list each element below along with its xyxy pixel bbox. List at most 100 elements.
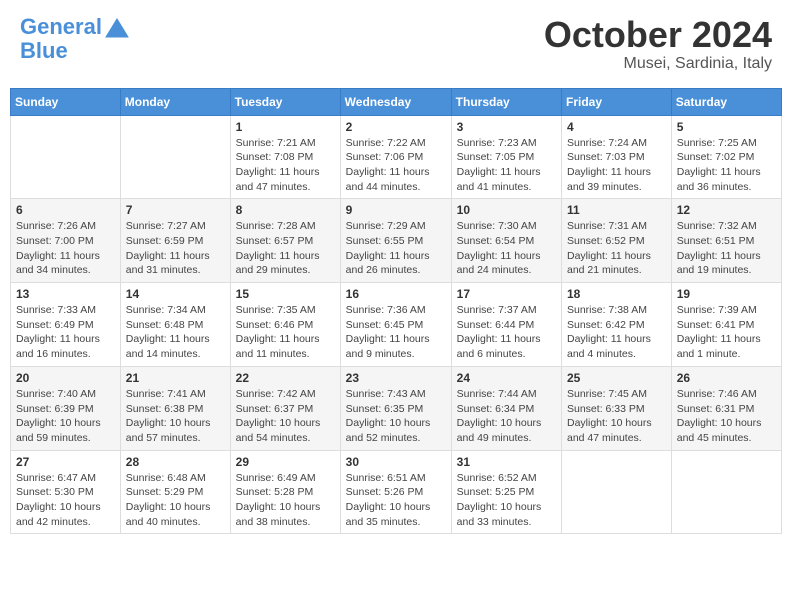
day-info: Sunrise: 6:47 AM Sunset: 5:30 PM Dayligh… (16, 471, 115, 530)
calendar-cell: 20Sunrise: 7:40 AM Sunset: 6:39 PM Dayli… (11, 366, 121, 450)
day-info: Sunrise: 7:46 AM Sunset: 6:31 PM Dayligh… (677, 387, 776, 446)
day-number: 15 (236, 287, 335, 301)
col-sunday: Sunday (11, 88, 121, 115)
day-number: 28 (126, 455, 225, 469)
calendar-cell: 23 Sunrise: 7:43 AM Sunset: 6:35 PM Dayli… (340, 366, 451, 450)
calendar-cell: 22 Sunrise: 7:42 AM Sunset: 6:37 PM Dayli… (230, 366, 340, 450)
day-info: Sunrise: 7:43 AM Sunset: 6:35 PM Dayligh… (346, 387, 446, 446)
calendar-cell: 6Sunrise: 7:26 AM Sunset: 7:00 PM Daylig… (11, 199, 121, 283)
calendar-cell: 25 Sunrise: 7:45 AM Sunset: 6:33 PM Dayli… (562, 366, 672, 450)
calendar-cell: 12 Sunrise: 7:32 AM Sunset: 6:51 PM Dayli… (671, 199, 781, 283)
logo-text: General (20, 15, 102, 39)
day-info: Sunrise: 7:28 AM Sunset: 6:57 PM Dayligh… (236, 219, 335, 278)
day-info: Sunrise: 7:41 AM Sunset: 6:38 PM Dayligh… (126, 387, 225, 446)
day-number: 24 (457, 371, 556, 385)
day-number: 4 (567, 120, 666, 134)
calendar-cell (11, 115, 121, 199)
day-info: Sunrise: 7:34 AM Sunset: 6:48 PM Dayligh… (126, 303, 225, 362)
day-info: Sunrise: 7:44 AM Sunset: 6:34 PM Dayligh… (457, 387, 556, 446)
day-info: Sunrise: 7:25 AM Sunset: 7:02 PM Dayligh… (677, 136, 776, 195)
day-number: 9 (346, 203, 446, 217)
calendar-cell: 4Sunrise: 7:24 AM Sunset: 7:03 PM Daylig… (562, 115, 672, 199)
calendar-cell: 2 Sunrise: 7:22 AM Sunset: 7:06 PM Daylig… (340, 115, 451, 199)
col-saturday: Saturday (671, 88, 781, 115)
calendar-cell: 5 Sunrise: 7:25 AM Sunset: 7:02 PM Daylig… (671, 115, 781, 199)
day-info: Sunrise: 7:33 AM Sunset: 6:49 PM Dayligh… (16, 303, 115, 362)
day-info: Sunrise: 6:51 AM Sunset: 5:26 PM Dayligh… (346, 471, 446, 530)
calendar-cell: 15 Sunrise: 7:35 AM Sunset: 6:46 PM Dayli… (230, 283, 340, 367)
day-number: 5 (677, 120, 776, 134)
day-info: Sunrise: 7:42 AM Sunset: 6:37 PM Dayligh… (236, 387, 335, 446)
calendar-cell: 3Sunrise: 7:23 AM Sunset: 7:05 PM Daylig… (451, 115, 561, 199)
day-number: 7 (126, 203, 225, 217)
calendar-cell: 27 Sunrise: 6:47 AM Sunset: 5:30 PM Dayli… (11, 450, 121, 534)
day-info: Sunrise: 7:35 AM Sunset: 6:46 PM Dayligh… (236, 303, 335, 362)
day-number: 30 (346, 455, 446, 469)
day-number: 13 (16, 287, 115, 301)
day-info: Sunrise: 7:30 AM Sunset: 6:54 PM Dayligh… (457, 219, 556, 278)
day-number: 11 (567, 203, 666, 217)
day-number: 29 (236, 455, 335, 469)
col-tuesday: Tuesday (230, 88, 340, 115)
day-number: 2 (346, 120, 446, 134)
title-section: October 2024 Musei, Sardinia, Italy (544, 15, 772, 73)
day-number: 23 (346, 371, 446, 385)
calendar-week-5: 27 Sunrise: 6:47 AM Sunset: 5:30 PM Dayli… (11, 450, 782, 534)
day-number: 16 (346, 287, 446, 301)
day-info: Sunrise: 7:22 AM Sunset: 7:06 PM Dayligh… (346, 136, 446, 195)
calendar-cell: 7 Sunrise: 7:27 AM Sunset: 6:59 PM Daylig… (120, 199, 230, 283)
day-number: 10 (457, 203, 556, 217)
calendar-cell: 29 Sunrise: 6:49 AM Sunset: 5:28 PM Dayli… (230, 450, 340, 534)
logo: General Blue (20, 15, 130, 63)
day-info: Sunrise: 7:27 AM Sunset: 6:59 PM Dayligh… (126, 219, 225, 278)
day-info: Sunrise: 7:45 AM Sunset: 6:33 PM Dayligh… (567, 387, 666, 446)
month-title: October 2024 (544, 15, 772, 55)
calendar-cell: 31 Sunrise: 6:52 AM Sunset: 5:25 PM Dayli… (451, 450, 561, 534)
page-header: General Blue October 2024 Musei, Sardini… (10, 10, 782, 78)
day-number: 8 (236, 203, 335, 217)
calendar-cell (562, 450, 672, 534)
calendar-cell: 16 Sunrise: 7:36 AM Sunset: 6:45 PM Dayli… (340, 283, 451, 367)
calendar-cell: 9 Sunrise: 7:29 AM Sunset: 6:55 PM Daylig… (340, 199, 451, 283)
day-info: Sunrise: 7:32 AM Sunset: 6:51 PM Dayligh… (677, 219, 776, 278)
day-number: 25 (567, 371, 666, 385)
calendar-cell: 21 Sunrise: 7:41 AM Sunset: 6:38 PM Dayli… (120, 366, 230, 450)
day-number: 21 (126, 371, 225, 385)
day-info: Sunrise: 7:29 AM Sunset: 6:55 PM Dayligh… (346, 219, 446, 278)
day-number: 1 (236, 120, 335, 134)
day-number: 22 (236, 371, 335, 385)
location-title: Musei, Sardinia, Italy (544, 55, 772, 73)
calendar-week-1: 1Sunrise: 7:21 AM Sunset: 7:08 PM Daylig… (11, 115, 782, 199)
calendar-cell: 14 Sunrise: 7:34 AM Sunset: 6:48 PM Dayli… (120, 283, 230, 367)
day-number: 17 (457, 287, 556, 301)
day-number: 14 (126, 287, 225, 301)
calendar-header-row: Sunday Monday Tuesday Wednesday Thursday… (11, 88, 782, 115)
day-number: 27 (16, 455, 115, 469)
day-info: Sunrise: 7:37 AM Sunset: 6:44 PM Dayligh… (457, 303, 556, 362)
logo-text-blue: Blue (20, 39, 130, 63)
calendar-cell (671, 450, 781, 534)
day-number: 18 (567, 287, 666, 301)
calendar-cell: 17 Sunrise: 7:37 AM Sunset: 6:44 PM Dayli… (451, 283, 561, 367)
calendar-cell: 26Sunrise: 7:46 AM Sunset: 6:31 PM Dayli… (671, 366, 781, 450)
calendar-cell (120, 115, 230, 199)
calendar-table: Sunday Monday Tuesday Wednesday Thursday… (10, 88, 782, 535)
calendar-cell: 19Sunrise: 7:39 AM Sunset: 6:41 PM Dayli… (671, 283, 781, 367)
day-info: Sunrise: 7:31 AM Sunset: 6:52 PM Dayligh… (567, 219, 666, 278)
logo-icon (104, 17, 130, 39)
calendar-cell: 30 Sunrise: 6:51 AM Sunset: 5:26 PM Dayli… (340, 450, 451, 534)
day-info: Sunrise: 7:26 AM Sunset: 7:00 PM Dayligh… (16, 219, 115, 278)
calendar-cell: 11 Sunrise: 7:31 AM Sunset: 6:52 PM Dayli… (562, 199, 672, 283)
day-info: Sunrise: 7:36 AM Sunset: 6:45 PM Dayligh… (346, 303, 446, 362)
day-info: Sunrise: 6:48 AM Sunset: 5:29 PM Dayligh… (126, 471, 225, 530)
day-info: Sunrise: 6:52 AM Sunset: 5:25 PM Dayligh… (457, 471, 556, 530)
col-thursday: Thursday (451, 88, 561, 115)
day-number: 31 (457, 455, 556, 469)
day-number: 12 (677, 203, 776, 217)
calendar-cell: 8 Sunrise: 7:28 AM Sunset: 6:57 PM Daylig… (230, 199, 340, 283)
day-number: 19 (677, 287, 776, 301)
col-wednesday: Wednesday (340, 88, 451, 115)
calendar-cell: 1Sunrise: 7:21 AM Sunset: 7:08 PM Daylig… (230, 115, 340, 199)
day-info: Sunrise: 6:49 AM Sunset: 5:28 PM Dayligh… (236, 471, 335, 530)
col-friday: Friday (562, 88, 672, 115)
